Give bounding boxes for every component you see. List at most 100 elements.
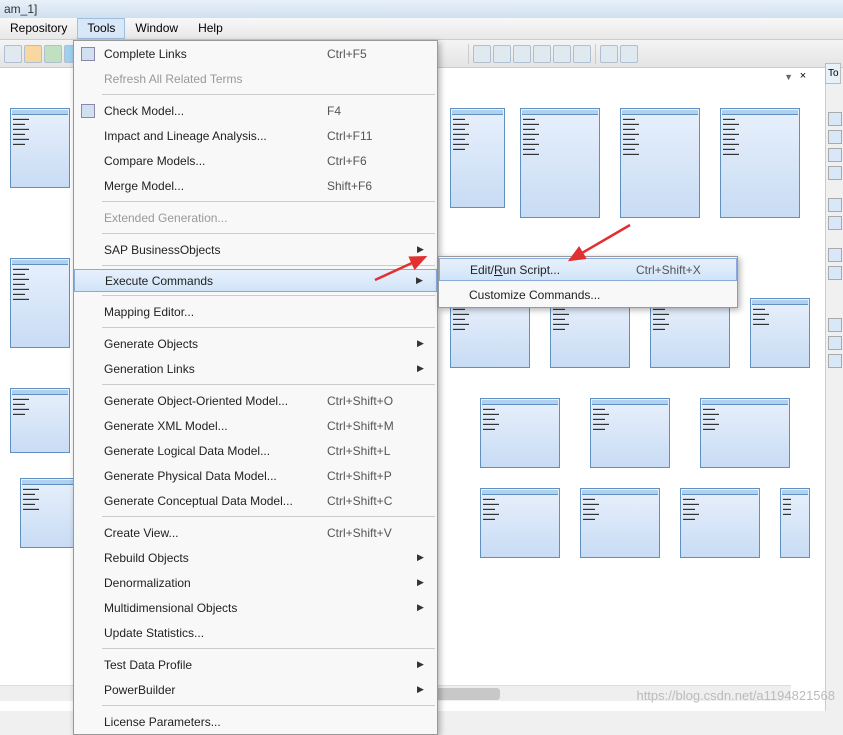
tool-button[interactable] [828, 148, 842, 162]
menu-item-compare-models[interactable]: Compare Models...Ctrl+F6 [74, 148, 437, 173]
menu-item-generate-object-oriented-model[interactable]: Generate Object-Oriented Model...Ctrl+Sh… [74, 388, 437, 413]
toolbar-button[interactable] [24, 45, 42, 63]
menu-item-execute-commands[interactable]: Execute Commands▶ [74, 269, 437, 292]
tool-button[interactable] [828, 198, 842, 212]
entity-box[interactable]: ▬▬▬▬▬▬▬▬▬▬▬▬▬▬▬▬▬ [480, 398, 560, 468]
entity-box[interactable]: ▬▬▬▬▬▬▬▬▬▬▬▬▬▬▬▬▬▬▬▬▬▬▬▬▬▬▬▬ [520, 108, 600, 218]
menu-item-impact-and-lineage-analysis[interactable]: Impact and Lineage Analysis...Ctrl+F11 [74, 123, 437, 148]
menu-item-icon [78, 393, 98, 409]
entity-box[interactable]: ▬▬▬▬▬▬▬▬▬▬▬▬▬▬▬▬▬▬▬▬▬ [10, 108, 70, 188]
menu-item-shortcut: Ctrl+F5 [327, 47, 417, 61]
entity-box[interactable]: ▬▬▬▬▬▬▬▬▬▬▬▬▬▬▬▬▬ [680, 488, 760, 558]
menu-item-mapping-editor[interactable]: Mapping Editor... [74, 299, 437, 324]
tool-button[interactable] [828, 266, 842, 280]
entity-box[interactable]: ▬▬▬▬▬▬▬▬▬▬▬▬▬▬▬▬▬ [550, 298, 630, 368]
menu-item-label: Rebuild Objects [104, 551, 307, 565]
close-icon[interactable]: × [797, 70, 809, 82]
entity-box[interactable]: ▬▬▬▬▬▬▬▬ [780, 488, 810, 558]
menu-item-generate-objects[interactable]: Generate Objects▶ [74, 331, 437, 356]
entity-box[interactable]: ▬▬▬▬▬▬▬▬▬▬▬▬▬▬▬▬▬▬▬▬▬▬▬▬ [450, 108, 505, 208]
entity-box[interactable]: ▬▬▬▬▬▬▬▬▬▬▬▬▬▬▬▬▬ [590, 398, 670, 468]
menu-separator [102, 516, 435, 517]
menu-item-label: Refresh All Related Terms [104, 72, 307, 86]
toolbar-button[interactable] [44, 45, 62, 63]
toolbar-button[interactable] [4, 45, 22, 63]
entity-box[interactable]: ▬▬▬▬▬▬▬▬▬▬▬▬▬▬▬▬▬▬▬▬▬▬▬▬▬▬▬▬ [720, 108, 800, 218]
toolbar-button[interactable] [493, 45, 511, 63]
entity-box[interactable]: ▬▬▬▬▬▬▬▬▬▬▬▬▬▬▬▬▬▬ [20, 478, 75, 548]
menu-bar: Repository Tools Window Help [0, 18, 843, 40]
menu-item-sap-businessobjects[interactable]: SAP BusinessObjects▶ [74, 237, 437, 262]
dropdown-icon[interactable]: ▼ [784, 72, 793, 82]
menu-item-label: Generation Links [104, 362, 307, 376]
menu-item-icon [78, 210, 98, 226]
menu-item-generate-xml-model[interactable]: Generate XML Model...Ctrl+Shift+M [74, 413, 437, 438]
toolbar-separator [595, 44, 596, 64]
tool-button[interactable] [828, 130, 842, 144]
tool-button[interactable] [828, 318, 842, 332]
menu-item-label: Generate Physical Data Model... [104, 469, 307, 483]
tools-dropdown-menu: Complete LinksCtrl+F5 Refresh All Related… [73, 40, 438, 735]
menu-separator [102, 265, 435, 266]
menu-item-generate-physical-data-model[interactable]: Generate Physical Data Model...Ctrl+Shif… [74, 463, 437, 488]
toolbar-button[interactable] [573, 45, 591, 63]
menu-item-denormalization[interactable]: Denormalization▶ [74, 570, 437, 595]
submenu-item-edit-run-script[interactable]: Edit/Run Script...Ctrl+Shift+X [439, 258, 737, 281]
menu-item-refresh-all-related-terms: Refresh All Related Terms [74, 66, 437, 91]
menu-item-label: Denormalization [104, 576, 307, 590]
menu-item-shortcut: F4 [327, 104, 417, 118]
panel-tab[interactable]: To [825, 63, 841, 84]
menu-item-merge-model[interactable]: Merge Model...Shift+F6 [74, 173, 437, 198]
submenu-arrow-icon: ▶ [416, 275, 426, 286]
toolbar-button[interactable] [473, 45, 491, 63]
menu-separator [102, 94, 435, 95]
menu-window[interactable]: Window [125, 18, 188, 39]
entity-box[interactable]: ▬▬▬▬▬▬▬▬▬▬▬▬▬▬ [750, 298, 810, 368]
menu-item-generate-logical-data-model[interactable]: Generate Logical Data Model...Ctrl+Shift… [74, 438, 437, 463]
menu-item-label: Customize Commands... [469, 288, 617, 302]
entity-box[interactable]: ▬▬▬▬▬▬▬▬▬▬▬▬▬▬▬▬▬ [650, 298, 730, 368]
menu-item-icon [78, 304, 98, 320]
toolbar-button[interactable] [553, 45, 571, 63]
toolbar-button[interactable] [533, 45, 551, 63]
menu-item-update-statistics[interactable]: Update Statistics... [74, 620, 437, 645]
menu-item-shortcut: Ctrl+Shift+L [327, 444, 417, 458]
entity-box[interactable]: ▬▬▬▬▬▬▬▬▬▬▬▬▬▬▬▬▬ [450, 298, 530, 368]
toolbar-button[interactable] [513, 45, 531, 63]
entity-box[interactable]: ▬▬▬▬▬▬▬▬▬▬▬▬▬▬▬▬▬▬▬▬▬▬▬▬▬▬▬▬ [620, 108, 700, 218]
menu-item-icon [78, 550, 98, 566]
menu-item-test-data-profile[interactable]: Test Data Profile▶ [74, 652, 437, 677]
menu-item-generation-links[interactable]: Generation Links▶ [74, 356, 437, 381]
tool-button[interactable] [828, 354, 842, 368]
menu-item-icon [78, 71, 98, 87]
menu-item-shortcut: Ctrl+Shift+V [327, 526, 417, 540]
menu-tools[interactable]: Tools [77, 18, 125, 39]
menu-repository[interactable]: Repository [0, 18, 77, 39]
menu-item-shortcut: Shift+F6 [327, 179, 417, 193]
entity-box[interactable]: ▬▬▬▬▬▬▬▬▬▬▬▬▬▬▬▬▬ [580, 488, 660, 558]
menu-item-label: Generate XML Model... [104, 419, 307, 433]
submenu-item-customize-commands[interactable]: Customize Commands... [439, 282, 737, 307]
toolbar-button[interactable] [600, 45, 618, 63]
entity-box[interactable]: ▬▬▬▬▬▬▬▬▬▬▬▬▬▬ [10, 388, 70, 453]
menu-help[interactable]: Help [188, 18, 233, 39]
entity-box[interactable]: ▬▬▬▬▬▬▬▬▬▬▬▬▬▬▬▬▬ [480, 488, 560, 558]
tool-button[interactable] [828, 248, 842, 262]
menu-item-generate-conceptual-data-model[interactable]: Generate Conceptual Data Model...Ctrl+Sh… [74, 488, 437, 513]
menu-item-create-view[interactable]: Create View...Ctrl+Shift+V [74, 520, 437, 545]
tool-button[interactable] [828, 166, 842, 180]
tool-button[interactable] [828, 112, 842, 126]
watermark-text: https://blog.csdn.net/a1194821568 [636, 688, 835, 703]
menu-item-rebuild-objects[interactable]: Rebuild Objects▶ [74, 545, 437, 570]
entity-box[interactable]: ▬▬▬▬▬▬▬▬▬▬▬▬▬▬▬▬▬▬▬▬▬▬▬▬▬ [10, 258, 70, 348]
tool-button[interactable] [828, 336, 842, 350]
menu-item-check-model[interactable]: Check Model...F4 [74, 98, 437, 123]
tool-button[interactable] [828, 216, 842, 230]
toolbar-button[interactable] [620, 45, 638, 63]
menu-item-powerbuilder[interactable]: PowerBuilder▶ [74, 677, 437, 702]
entity-box[interactable]: ▬▬▬▬▬▬▬▬▬▬▬▬▬▬▬▬▬ [700, 398, 790, 468]
menu-item-multidimensional-objects[interactable]: Multidimensional Objects▶ [74, 595, 437, 620]
menu-item-license-parameters[interactable]: License Parameters... [74, 709, 437, 734]
menu-item-complete-links[interactable]: Complete LinksCtrl+F5 [74, 41, 437, 66]
toolbar-separator [468, 44, 469, 64]
